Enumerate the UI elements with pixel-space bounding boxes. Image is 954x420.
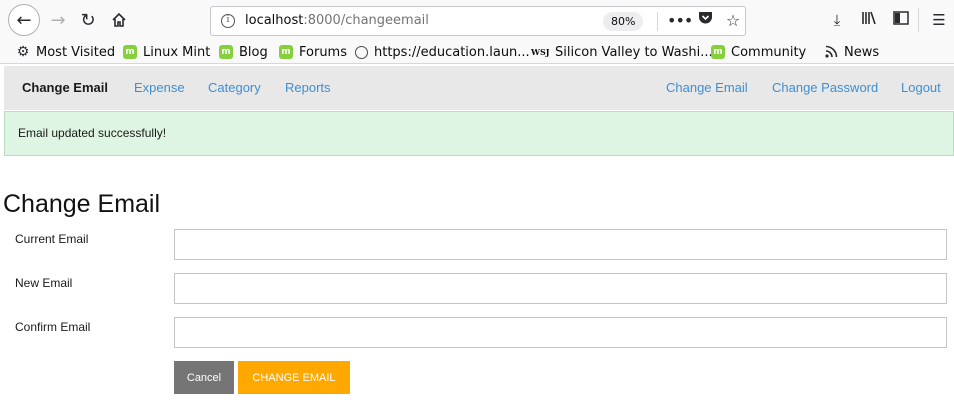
gear-icon: ⚙ (16, 44, 30, 60)
nav-link-change-email[interactable]: Change Email (666, 80, 748, 95)
app-navbar: Change Email Expense Category Reports Ch… (4, 66, 954, 110)
nav-brand[interactable]: Change Email (22, 80, 108, 95)
bookmark-label: Community (731, 44, 807, 60)
bookmark-wsj[interactable]: WSJ Silicon Valley to Washi... (531, 43, 713, 61)
home-icon[interactable] (105, 6, 133, 34)
nav-link-expense[interactable]: Expense (134, 80, 185, 95)
sidebar-icon[interactable] (890, 10, 912, 30)
forward-arrow-icon[interactable]: → (44, 6, 72, 34)
confirm-email-field[interactable] (174, 317, 947, 348)
bookmark-label: Silicon Valley to Washi... (555, 44, 713, 60)
mint-icon: m (711, 45, 725, 59)
alert-message: Email updated successfully! (18, 126, 167, 140)
url-bar[interactable]: i localhost:8000/changeemail 80% ••• ☆ (210, 6, 746, 36)
browser-toolbar: ← → ↻ i localhost:8000/changeemail 80% •… (0, 0, 954, 40)
bookmark-star-icon[interactable]: ☆ (723, 11, 743, 31)
more-actions-icon[interactable]: ••• (667, 11, 693, 31)
hamburger-menu-icon[interactable]: ☰ (928, 10, 950, 30)
nav-link-category[interactable]: Category (208, 80, 261, 95)
mint-icon: m (219, 45, 233, 59)
bookmark-education[interactable]: https://education.laun... (355, 43, 530, 61)
bookmark-label: Linux Mint (143, 44, 211, 60)
cancel-button[interactable]: Cancel (174, 361, 234, 394)
bookmark-news[interactable]: News (824, 43, 879, 61)
url-host: localhost (245, 13, 304, 28)
new-email-label: New Email (15, 276, 73, 290)
bookmark-linux-mint[interactable]: m Linux Mint (123, 43, 210, 61)
current-email-label: Current Email (15, 232, 89, 246)
info-icon[interactable]: i (221, 14, 235, 28)
change-email-button[interactable]: CHANGE EMAIL (238, 361, 350, 394)
rss-icon (824, 45, 838, 59)
bookmark-label: Blog (239, 44, 268, 60)
mint-icon: m (279, 45, 293, 59)
current-email-field[interactable] (174, 229, 947, 260)
toolbar-separator (918, 8, 919, 32)
confirm-email-label: Confirm Email (15, 320, 91, 334)
bookmark-blog[interactable]: m Blog (219, 43, 268, 61)
globe-icon (355, 45, 368, 59)
url-separator (657, 12, 658, 31)
back-arrow-icon[interactable]: ← (8, 4, 40, 36)
nav-link-reports[interactable]: Reports (285, 80, 331, 95)
mint-icon: m (123, 45, 137, 59)
library-icon[interactable] (858, 10, 880, 30)
bookmark-label: Most Visited (36, 44, 116, 60)
download-icon[interactable]: ⤓ (826, 10, 848, 30)
bookmark-community[interactable]: m Community (711, 43, 806, 61)
reload-icon[interactable]: ↻ (74, 6, 102, 34)
zoom-badge[interactable]: 80% (603, 12, 644, 31)
url-text[interactable]: localhost:8000/changeemail (245, 13, 429, 28)
nav-link-logout[interactable]: Logout (901, 80, 941, 95)
bookmark-label: News (844, 44, 880, 60)
nav-link-change-password[interactable]: Change Password (772, 80, 878, 95)
bookmark-label: https://education.laun... (374, 44, 530, 60)
wsj-icon: WSJ (531, 47, 550, 57)
bookmark-forums[interactable]: m Forums (279, 43, 347, 61)
success-alert: Email updated successfully! (4, 111, 954, 156)
pocket-icon[interactable] (695, 11, 715, 31)
bookmark-label: Forums (299, 44, 347, 60)
bookmarks-bar: ⚙ Most Visited m Linux Mint m Blog m For… (0, 40, 954, 64)
bookmark-most-visited[interactable]: ⚙ Most Visited (16, 43, 115, 61)
url-path: :8000/changeemail (303, 13, 429, 28)
new-email-field[interactable] (174, 273, 947, 304)
page-title: Change Email (3, 190, 161, 218)
